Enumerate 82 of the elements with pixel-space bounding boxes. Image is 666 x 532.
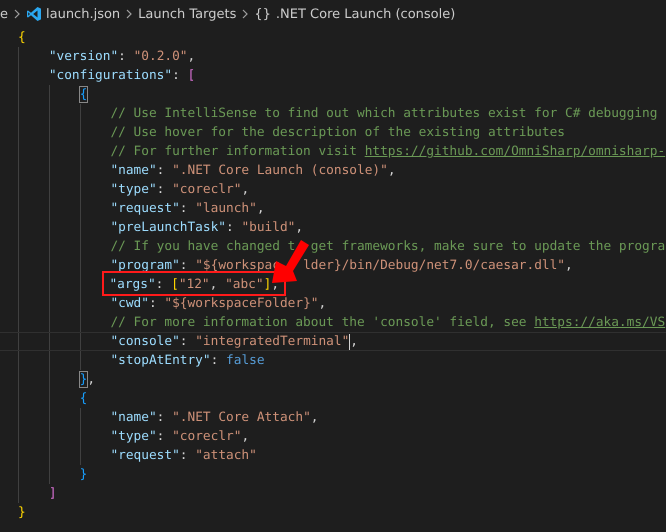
- punctuation: ,: [241, 429, 250, 444]
- punctuation: ,: [87, 372, 96, 387]
- property-key: "args": [109, 277, 156, 292]
- string-value: "abc": [225, 277, 264, 292]
- breadcrumb-item[interactable]: .NET Core Launch (console): [276, 6, 456, 22]
- chevron-icon: [241, 9, 250, 19]
- property-key: "configurations": [48, 68, 172, 83]
- string-value: lder}/bin/Debug/net7.0/caesar.dll": [303, 258, 566, 273]
- bracket: }: [18, 505, 26, 520]
- property-key: "preLaunchTask": [110, 220, 226, 235]
- breadcrumb-item[interactable]: launch.json: [46, 6, 120, 22]
- property-key: "console": [110, 334, 180, 349]
- string-value: ".NET Core Launch (console)": [172, 163, 388, 178]
- punctuation: :: [156, 277, 164, 292]
- punctuation: :: [118, 49, 127, 64]
- punctuation: :: [180, 334, 188, 349]
- property-key: "type": [110, 182, 157, 197]
- punctuation: :: [180, 201, 188, 216]
- punctuation: ,: [210, 277, 218, 292]
- vscode-logo-icon: [26, 6, 42, 22]
- breadcrumb-item[interactable]: Launch Targets: [138, 6, 236, 22]
- punctuation: ,: [388, 163, 396, 178]
- punctuation: ,: [241, 182, 250, 197]
- property-key: "program": [110, 258, 180, 273]
- punctuation: ,: [318, 296, 326, 311]
- string-value: ".NET Core Attach": [172, 410, 311, 425]
- braces-icon: {}: [254, 6, 271, 22]
- code-comment: // Use IntelliSense to find out which attributes exist for C# debugging: [110, 106, 658, 121]
- string-value: "integratedTerminal": [195, 334, 350, 349]
- punctuation: :: [180, 258, 188, 273]
- property-key: "stopAtEntry": [110, 353, 211, 368]
- string-value: "launch": [195, 201, 257, 216]
- link[interactable]: https://github.com/OmniSharp/omnisharp-: [364, 144, 666, 159]
- bracket: }: [80, 467, 88, 482]
- string-value: "coreclr": [172, 429, 242, 444]
- chevron-icon: [13, 9, 21, 19]
- code-comment: // For further information visit: [110, 144, 358, 159]
- property-key: "type": [110, 429, 157, 444]
- chevron-icon: [125, 9, 134, 19]
- bracket: }: [80, 372, 88, 387]
- code-comment: // Use hover for the description of the existing attributes: [110, 125, 565, 140]
- punctuation: :: [226, 220, 235, 235]
- property-key: "name": [110, 410, 157, 425]
- property-key: "version": [48, 49, 118, 64]
- punctuation: ,: [271, 277, 280, 292]
- code-comment: // For more information about the 'console' field, see: [110, 315, 528, 330]
- property-key: "request": [110, 201, 180, 216]
- bracket: {: [18, 30, 26, 45]
- punctuation: ,: [256, 201, 265, 216]
- bracket: {: [80, 391, 88, 406]
- property-key: "cwd": [110, 296, 149, 311]
- punctuation: :: [156, 410, 166, 425]
- punctuation: :: [156, 163, 166, 178]
- punctuation: ,: [295, 220, 304, 235]
- string-value: "build": [241, 220, 296, 235]
- punctuation: ,: [565, 258, 573, 273]
- bracket: {: [80, 87, 88, 102]
- bracket: ]: [48, 486, 57, 501]
- punctuation: :: [148, 296, 158, 311]
- string-value: "coreclr": [172, 182, 242, 197]
- string-value: "12": [178, 277, 210, 292]
- bracket: [: [188, 68, 196, 83]
- property-key: "request": [110, 448, 180, 463]
- breadcrumb-item[interactable]: e: [0, 6, 8, 22]
- link[interactable]: https://aka.ms/VS: [534, 315, 666, 330]
- punctuation: :: [156, 429, 166, 444]
- punctuation: :: [180, 448, 188, 463]
- bracket: [: [171, 277, 179, 292]
- bracket: ]: [264, 277, 272, 292]
- code-comment: get frameworks, make sure to update the progra: [310, 239, 666, 254]
- property-key: "name": [110, 163, 157, 178]
- punctuation: ,: [310, 410, 318, 425]
- punctuation: :: [210, 353, 220, 368]
- string-value: "attach": [195, 448, 257, 463]
- punctuation: :: [156, 182, 166, 197]
- punctuation: ,: [350, 334, 358, 349]
- punctuation: :: [172, 68, 181, 83]
- punctuation: ,: [188, 49, 196, 64]
- boolean-value: false: [226, 353, 265, 368]
- code-comment: // If you have changed t: [110, 239, 296, 254]
- string-value: "0.2.0": [134, 49, 188, 64]
- string-value: "${workspaceFolder}": [164, 296, 318, 311]
